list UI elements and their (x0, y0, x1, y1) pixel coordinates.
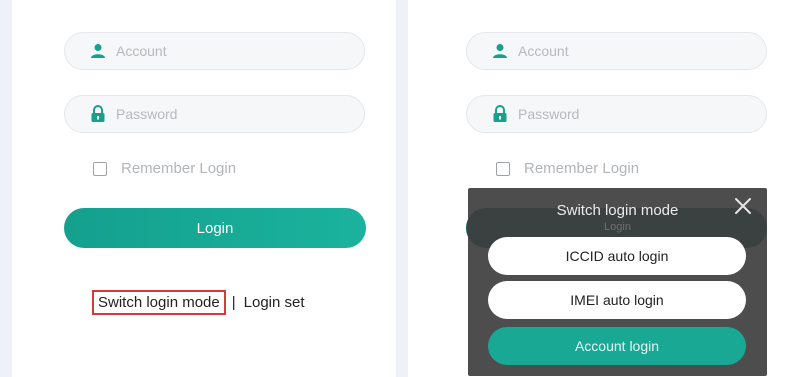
imei-auto-login-button[interactable]: IMEI auto login (488, 281, 746, 319)
close-icon[interactable] (733, 196, 753, 216)
account-placeholder: Account (116, 43, 167, 59)
remember-login-row-right[interactable]: Remember Login (496, 160, 639, 177)
login-button[interactable]: Login (64, 208, 366, 248)
login-panel-default: Account Password Remember Login Login Sw… (14, 0, 394, 377)
account-input-right[interactable]: Account (466, 32, 767, 70)
obscured-login-text: Login (604, 221, 631, 233)
switch-login-mode-dialog: Switch login mode Login ICCID auto login… (468, 188, 767, 376)
account-login-label: Account login (574, 338, 660, 354)
remember-login-checkbox[interactable] (93, 161, 107, 176)
remember-login-label: Remember Login (121, 160, 237, 177)
link-separator: | (231, 294, 236, 311)
screenshot-stage: Account Password Remember Login Login Sw… (0, 0, 803, 377)
user-icon (89, 42, 107, 60)
account-login-button[interactable]: Account login (488, 327, 746, 365)
iccid-auto-login-label: ICCID auto login (565, 248, 669, 264)
account-input[interactable]: Account (64, 32, 365, 70)
middle-divider-strip (396, 0, 408, 377)
dialog-title: Switch login mode (556, 202, 679, 219)
login-button-label: Login (196, 219, 234, 237)
iccid-auto-login-button[interactable]: ICCID auto login (488, 237, 746, 275)
password-placeholder: Password (116, 106, 178, 122)
password-placeholder: Password (518, 106, 580, 122)
switch-login-mode-link[interactable]: Switch login mode (92, 290, 226, 315)
password-input-right[interactable]: Password (466, 95, 767, 133)
login-footer-links: Switch login mode | Login set (92, 290, 305, 315)
login-set-link[interactable]: Login set (244, 294, 305, 311)
remember-login-checkbox[interactable] (496, 161, 510, 176)
imei-auto-login-label: IMEI auto login (570, 292, 664, 308)
password-input[interactable]: Password (64, 95, 365, 133)
user-icon (491, 42, 509, 60)
lock-icon (491, 105, 509, 123)
remember-login-row[interactable]: Remember Login (93, 160, 236, 177)
remember-login-label: Remember Login (524, 160, 640, 177)
left-margin-strip (0, 0, 12, 377)
account-placeholder: Account (518, 43, 569, 59)
lock-icon (89, 105, 107, 123)
